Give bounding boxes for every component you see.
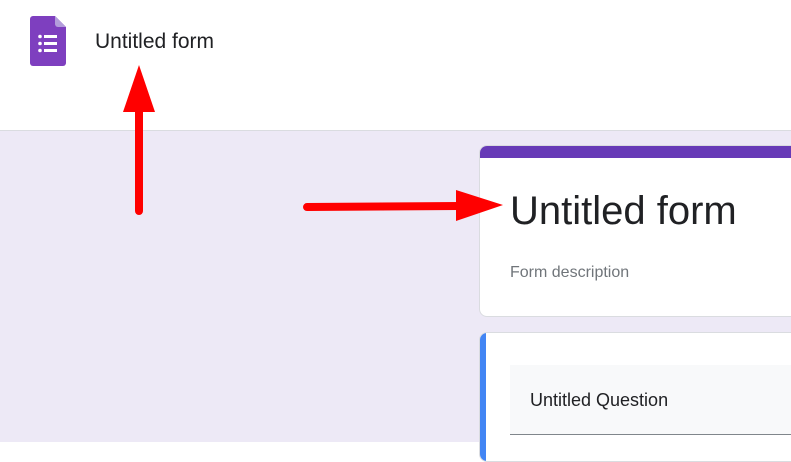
title-card-accent-bar (480, 146, 791, 158)
question-title-text: Untitled Question (530, 390, 669, 410)
question-title-input[interactable]: Untitled Question (510, 365, 791, 435)
form-title-field[interactable]: Untitled form (510, 188, 737, 234)
app-header: Untitled form (0, 0, 791, 131)
form-title-card[interactable]: Untitled form Form description (479, 145, 791, 317)
question-card[interactable]: Untitled Question (479, 332, 791, 462)
google-forms-icon[interactable] (30, 16, 66, 66)
form-description-field[interactable]: Form description (510, 263, 629, 283)
header-form-title[interactable]: Untitled form (95, 29, 214, 55)
